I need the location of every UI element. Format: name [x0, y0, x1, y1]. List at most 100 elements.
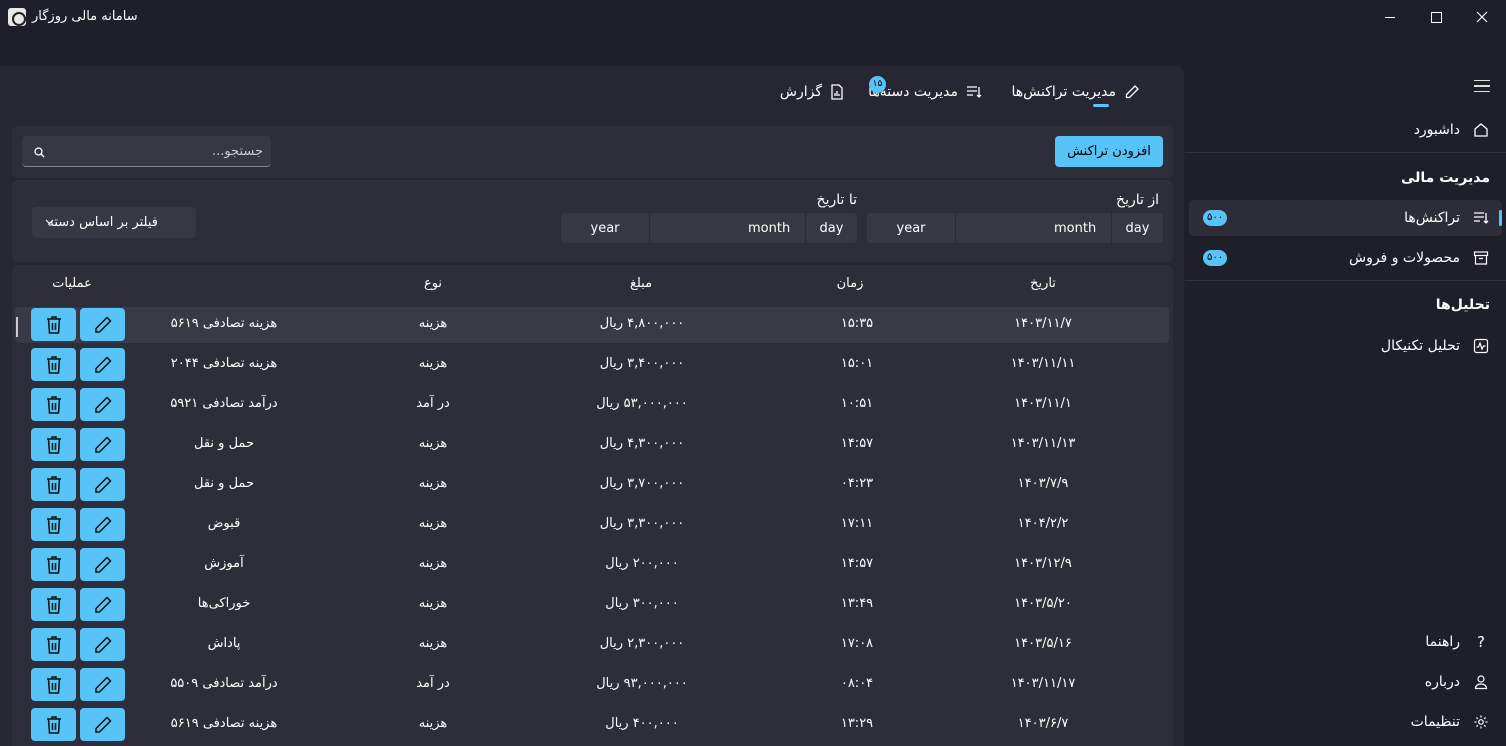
- table-row[interactable]: ۱۴۰۳/۱۲/۹ ۱۴:۵۷ ۲۰۰,۰۰۰ ریال هزینه آموزش: [15, 547, 1169, 583]
- category-filter-dropdown[interactable]: فیلتر بر اساس دسته: [32, 207, 196, 238]
- sidebar-item-transactions[interactable]: تراکنش‌ها ۵۰۰: [1189, 200, 1502, 236]
- edit-button[interactable]: [80, 588, 125, 621]
- sidebar-item-help[interactable]: ? راهنما: [1189, 624, 1502, 660]
- edit-button[interactable]: [80, 508, 125, 541]
- sidebar-item-products[interactable]: محصولات و فروش ۵۰۰: [1189, 240, 1502, 276]
- cell-time: ۱۵:۰۱: [840, 356, 874, 371]
- cell-type: هزینه: [418, 356, 448, 371]
- delete-button[interactable]: [31, 428, 76, 461]
- sidebar: داشبورد مدیریت مالی تراکنش‌ها ۵۰۰ محصولا…: [1185, 66, 1506, 746]
- home-icon: [1472, 121, 1490, 139]
- cell-date: ۱۴۰۳/۶/۷: [1017, 716, 1069, 731]
- app-logo-icon: [8, 8, 26, 26]
- delete-button[interactable]: [31, 508, 76, 541]
- sidebar-item-about[interactable]: درباره: [1189, 664, 1502, 700]
- minimize-button[interactable]: [1367, 0, 1413, 34]
- edit-button[interactable]: [80, 388, 125, 421]
- categories-badge: ۱۵: [869, 76, 886, 93]
- to-year-field[interactable]: year: [561, 213, 649, 243]
- cell-amount: ۹۳,۰۰۰,۰۰۰ ریال: [596, 676, 688, 691]
- filter-panel: از تاریخ تا تاریخ day month year day mon…: [12, 180, 1173, 262]
- maximize-button[interactable]: [1413, 0, 1459, 34]
- cell-amount: ۲,۳۰۰,۰۰۰ ریال: [599, 636, 685, 651]
- table-row[interactable]: ۱۴۰۳/۶/۷ ۱۳:۲۹ ۴۰۰,۰۰۰ ریال هزینه هزینه تصاد…: [15, 707, 1169, 743]
- pencil-icon: [93, 555, 113, 575]
- delete-button[interactable]: [31, 308, 76, 341]
- sidebar-item-settings[interactable]: تنظیمات: [1189, 704, 1502, 740]
- to-date-label: تا تاریخ: [816, 192, 857, 208]
- report-icon: [830, 84, 844, 100]
- trash-icon: [45, 515, 63, 535]
- cell-type: هزینه: [418, 716, 448, 731]
- delete-button[interactable]: [31, 588, 76, 621]
- person-icon: [1472, 673, 1490, 691]
- delete-button[interactable]: [31, 348, 76, 381]
- delete-button[interactable]: [31, 628, 76, 661]
- cell-type: هزینه: [418, 556, 448, 571]
- sidebar-item-label: داشبورد: [1413, 122, 1460, 138]
- sidebar-item-technical-analysis[interactable]: تحلیل تکنیکال: [1189, 328, 1502, 364]
- delete-button[interactable]: [31, 668, 76, 701]
- cell-type: هزینه: [418, 596, 448, 611]
- delete-button[interactable]: [31, 548, 76, 581]
- cell-description: درآمد تصادفی ۵۹۲۱: [170, 396, 278, 411]
- cell-time: ۱۷:۱۱: [840, 516, 874, 531]
- table-row[interactable]: ۱۴۰۳/۱۱/۱۷ ۰۸:۰۴ ۹۳,۰۰۰,۰۰۰ ریال در آمد درآم…: [15, 667, 1169, 703]
- add-transaction-button[interactable]: افزودن تراکنش: [1055, 136, 1163, 167]
- table-row[interactable]: ۱۴۰۳/۱۱/۱۳ ۱۴:۵۷ ۴,۳۰۰,۰۰۰ ریال هزینه حمل و …: [15, 427, 1169, 463]
- cell-time: ۱۴:۵۷: [840, 556, 874, 571]
- from-month-field[interactable]: month: [955, 213, 1111, 243]
- tab-selected-indicator: [1093, 104, 1109, 107]
- to-date-picker[interactable]: day month year: [561, 213, 857, 243]
- table-row[interactable]: ۱۴۰۳/۱۱/۱ ۱۰:۵۱ ۵۳,۰۰۰,۰۰۰ ریال در آمد درآمد…: [15, 387, 1169, 423]
- cell-amount: ۳,۳۰۰,۰۰۰ ریال: [599, 516, 685, 531]
- cell-date: ۱۴۰۳/۱۲/۹: [1014, 556, 1072, 571]
- cell-description: آموزش: [204, 556, 244, 571]
- edit-button[interactable]: [80, 548, 125, 581]
- table-row[interactable]: ۱۴۰۳/۱۱/۱۱ ۱۵:۰۱ ۳,۴۰۰,۰۰۰ ریال هزینه هزینه …: [15, 347, 1169, 383]
- close-button[interactable]: [1459, 0, 1505, 34]
- cell-date: ۱۴۰۳/۱۱/۱۱: [1010, 356, 1076, 371]
- edit-button[interactable]: [80, 428, 125, 461]
- delete-button[interactable]: [31, 388, 76, 421]
- search-icon: [34, 146, 45, 162]
- search-input[interactable]: [63, 142, 263, 160]
- from-year-field[interactable]: year: [867, 213, 955, 243]
- archive-icon: [1472, 249, 1490, 267]
- sidebar-item-label: محصولات و فروش: [1348, 250, 1460, 266]
- trash-icon: [45, 435, 63, 455]
- tab-transactions[interactable]: مدیریت تراکنش‌ها: [1012, 80, 1140, 104]
- sidebar-item-dashboard[interactable]: داشبورد: [1189, 112, 1502, 148]
- edit-button[interactable]: [80, 308, 125, 341]
- edit-button[interactable]: [80, 468, 125, 501]
- edit-button[interactable]: [80, 348, 125, 381]
- sidebar-item-label: تنظیمات: [1410, 714, 1460, 730]
- from-day-field[interactable]: day: [1111, 213, 1163, 243]
- table-row[interactable]: ۱۴۰۳/۱۱/۷ ۱۵:۳۵ ۴,۸۰۰,۰۰۰ ریال هزینه هزینه ت…: [15, 307, 1169, 343]
- cell-type: هزینه: [418, 516, 448, 531]
- edit-button[interactable]: [80, 708, 125, 741]
- table-row[interactable]: ۱۴۰۳/۵/۲۰ ۱۳:۴۹ ۳۰۰,۰۰۰ ریال هزینه خوراکی‌ها: [15, 587, 1169, 623]
- table-row[interactable]: ۱۴۰۳/۷/۹ ۰۴:۲۳ ۳,۷۰۰,۰۰۰ ریال هزینه حمل و نق…: [15, 467, 1169, 503]
- edit-button[interactable]: [80, 668, 125, 701]
- to-month-field[interactable]: month: [649, 213, 805, 243]
- sidebar-item-label: تحلیل تکنیکال: [1380, 338, 1460, 354]
- analysis-section-header: تحلیل‌ها: [1435, 297, 1490, 313]
- list-filter-icon: [966, 85, 982, 99]
- edit-button[interactable]: [80, 628, 125, 661]
- table-row[interactable]: ۱۴۰۳/۵/۱۶ ۱۷:۰۸ ۲,۳۰۰,۰۰۰ ریال هزینه پاداش: [15, 627, 1169, 663]
- table-row[interactable]: ۱۴۰۴/۲/۲ ۱۷:۱۱ ۳,۳۰۰,۰۰۰ ریال هزینه قبوض: [15, 507, 1169, 543]
- to-day-field[interactable]: day: [805, 213, 857, 243]
- cell-description: قبوض: [207, 516, 241, 531]
- delete-button[interactable]: [31, 468, 76, 501]
- from-date-label: از تاریخ: [1116, 192, 1159, 208]
- trash-icon: [45, 675, 63, 695]
- tab-report[interactable]: گزارش: [780, 80, 844, 104]
- pencil-icon: [93, 515, 113, 535]
- pencil-icon: [93, 395, 113, 415]
- delete-button[interactable]: [31, 708, 76, 741]
- hamburger-menu-icon[interactable]: [1474, 80, 1490, 92]
- from-date-picker[interactable]: day month year: [867, 213, 1163, 243]
- products-count-badge: ۵۰۰: [1203, 250, 1228, 266]
- sidebar-item-label: تراکنش‌ها: [1404, 210, 1460, 226]
